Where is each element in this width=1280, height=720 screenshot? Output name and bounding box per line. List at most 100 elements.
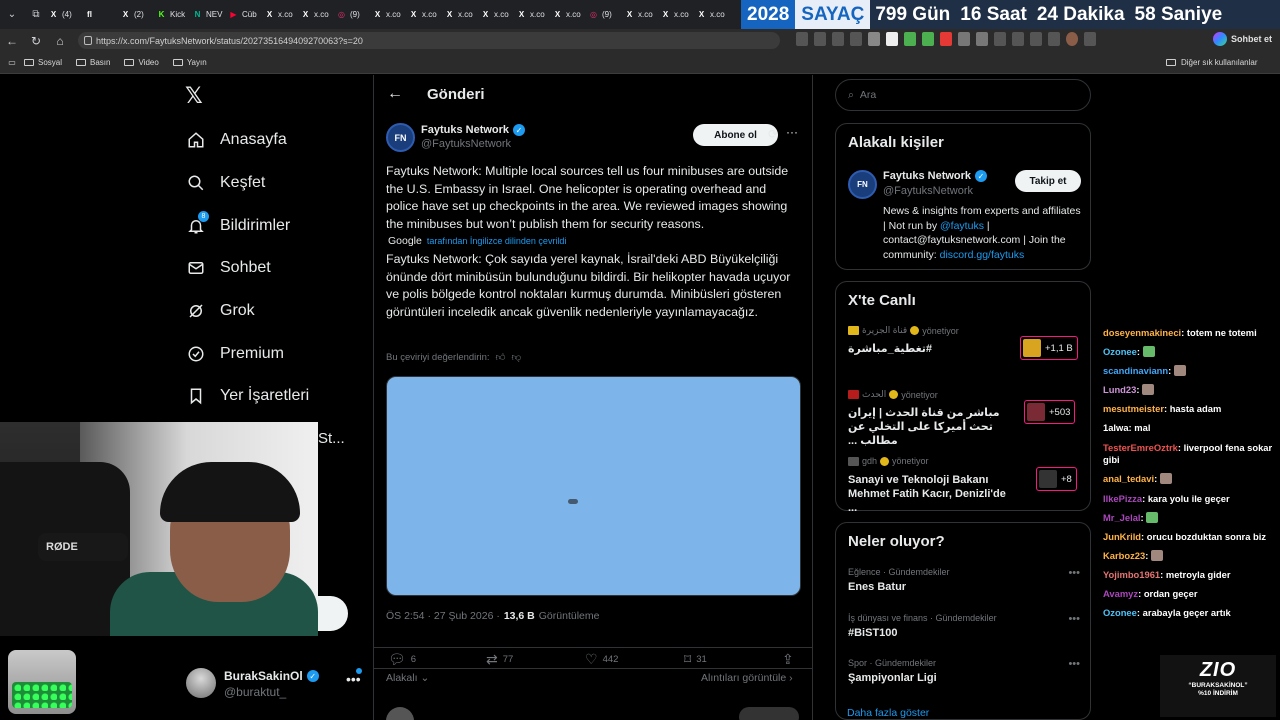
back-arrow-icon[interactable]: ←: [0, 34, 24, 48]
live-space-item[interactable]: الحدث yönetiyor مباشر من قناة الحدث | إيرا…: [848, 389, 1080, 447]
nav-item-partial[interactable]: St...: [318, 430, 345, 447]
extension-icon[interactable]: [958, 32, 970, 46]
live-listeners-pill[interactable]: +1,1 B: [1020, 336, 1078, 360]
more-menu-icon[interactable]: [1084, 32, 1096, 46]
share-button[interactable]: ⇪: [782, 651, 794, 668]
browser-tab[interactable]: Xx.co: [696, 4, 727, 26]
account-switcher[interactable]: BurakSakinOl ✓ @buraktut_ •••: [186, 668, 362, 702]
browser-tab[interactable]: Xx.co: [624, 4, 655, 26]
browser-tab[interactable]: fl: [84, 4, 115, 26]
more-options-icon[interactable]: ···: [786, 125, 798, 139]
back-arrow-icon[interactable]: ←: [387, 85, 403, 103]
copilot-chat-button[interactable]: Sohbet et: [1213, 32, 1280, 46]
browser-tab[interactable]: Xx.co: [480, 4, 511, 26]
split-screen-icon[interactable]: [994, 32, 1006, 46]
browser-tab[interactable]: ◎ (9): [588, 4, 619, 26]
reading-list-icon[interactable]: ▭: [0, 58, 24, 67]
tab-menu-chevron-icon[interactable]: ⌄: [0, 0, 24, 29]
browser-tab[interactable]: K Kick: [156, 4, 187, 26]
author-name-row[interactable]: Faytuks Network ✓: [421, 124, 526, 136]
tab-actions-icon[interactable]: ⧉: [24, 0, 48, 29]
repost-button[interactable]: ⇄ 77: [486, 651, 513, 668]
reply-submit-button[interactable]: [739, 707, 799, 720]
nav-item-notifications[interactable]: 8 Bildirimler: [186, 211, 290, 241]
extension-icon[interactable]: [904, 32, 916, 46]
favorite-star-icon[interactable]: [850, 32, 862, 46]
extension-icon[interactable]: [940, 32, 952, 46]
tab-label: Cüb: [242, 10, 257, 19]
browser-tab[interactable]: ◎ (9): [336, 4, 367, 26]
author-handle[interactable]: @FaytuksNetwork: [421, 138, 511, 150]
browser-tab[interactable]: ▶ Cüb: [228, 4, 259, 26]
search-input[interactable]: ⌕ Ara: [835, 79, 1091, 111]
thumbs-up-icon[interactable]: 👍︎: [496, 351, 506, 363]
bookmark-folder-yayin[interactable]: Yayın: [172, 58, 207, 67]
live-space-item[interactable]: قناة الجزيرة yönetiyor تغطية_مباشرة# +1,1 B: [848, 325, 1080, 375]
other-bookmarks[interactable]: Diğer sık kullanılanlar: [1166, 58, 1257, 67]
bookmark-folder-sosyal[interactable]: Sosyal: [24, 58, 62, 67]
more-icon[interactable]: •••: [1068, 567, 1080, 579]
translation-source[interactable]: tarafından İngilizce dilinden çevrildi: [427, 236, 567, 246]
heart-icon[interactable]: [1048, 32, 1060, 46]
browser-tab[interactable]: Xx.co: [300, 4, 331, 26]
bio-mention-link[interactable]: @faytuks: [940, 220, 984, 232]
post-button[interactable]: [318, 596, 348, 631]
trend-item[interactable]: Spor · Gündemdekiler Şampiyonlar Ligi •••: [848, 658, 1080, 684]
more-icon[interactable]: •••: [1068, 613, 1080, 625]
bookmark-folder-basin[interactable]: Basın: [76, 58, 110, 67]
browser-tab[interactable]: Xx.co: [516, 4, 547, 26]
nav-item-grok[interactable]: Grok: [186, 296, 255, 326]
refresh-icon[interactable]: ↻: [24, 34, 48, 48]
nav-item-messages[interactable]: Sohbet: [186, 253, 271, 283]
follow-button[interactable]: Takip et: [1015, 170, 1081, 192]
more-icon[interactable]: •••: [1068, 658, 1080, 670]
browser-tab[interactable]: N NEV: [192, 4, 223, 26]
extension-icon[interactable]: [922, 32, 934, 46]
extension-icon[interactable]: [868, 32, 880, 46]
extension-icon[interactable]: [796, 32, 808, 46]
subscribe-button[interactable]: Abone ol: [693, 124, 778, 146]
like-button[interactable]: ♡ 442: [585, 651, 618, 668]
nav-item-bookmarks[interactable]: Yer İşaretleri: [186, 381, 309, 411]
bookmark-button[interactable]: ⌑ 31: [684, 651, 707, 668]
bookmark-folder-video[interactable]: Video: [124, 58, 159, 67]
collections-icon[interactable]: [1030, 32, 1042, 46]
x-logo-icon[interactable]: 𝕏: [185, 84, 203, 109]
browser-tab[interactable]: X (2): [120, 4, 151, 26]
profile-avatar-icon[interactable]: [1066, 32, 1078, 46]
read-aloud-icon[interactable]: [832, 32, 844, 46]
grok-explain-icon[interactable]: ⟳: [768, 127, 778, 141]
nav-item-premium[interactable]: Premium: [186, 339, 284, 369]
favorites-icon[interactable]: [1012, 32, 1024, 46]
live-space-item[interactable]: gdh yönetiyor Sanayi ve Teknoloji Bakanı M…: [848, 456, 1080, 514]
show-more-link[interactable]: Daha fazla göster: [847, 707, 929, 719]
thumbs-down-icon[interactable]: 👎︎: [511, 351, 521, 363]
nav-item-explore[interactable]: Keşfet: [186, 168, 265, 198]
home-icon[interactable]: ⌂: [48, 34, 72, 48]
trend-item[interactable]: Eğlence · Gündemdekiler Enes Batur •••: [848, 567, 1080, 593]
post-timestamp[interactable]: ÖS 2:54 · 27 Şub 2026 ·: [386, 610, 500, 622]
bio-discord-link[interactable]: discord.gg/faytuks: [940, 249, 1025, 261]
sort-replies-dropdown[interactable]: Alakalı ⌄: [386, 672, 429, 684]
tab-label: x.co: [494, 10, 509, 19]
zoom-icon[interactable]: [814, 32, 826, 46]
live-listeners-pill[interactable]: +503: [1024, 400, 1076, 424]
nav-item-home[interactable]: Anasayfa: [186, 125, 287, 155]
url-field[interactable]: https://x.com/FaytuksNetwork/status/2027…: [78, 32, 780, 49]
view-quotes-link[interactable]: Alıntıları görüntüle ›: [701, 672, 793, 684]
browser-tab[interactable]: Xx.co: [444, 4, 475, 26]
browser-tab[interactable]: X (4): [48, 4, 79, 26]
author-avatar[interactable]: FN: [386, 123, 415, 152]
browser-tab[interactable]: Xx.co: [552, 4, 583, 26]
notification-badge: 8: [198, 211, 209, 222]
live-listeners-pill[interactable]: +8: [1036, 467, 1077, 491]
browser-tab[interactable]: Xx.co: [408, 4, 439, 26]
extension-icon[interactable]: [976, 32, 988, 46]
extension-icon[interactable]: [886, 32, 898, 46]
browser-tab[interactable]: Xx.co: [372, 4, 403, 26]
trend-item[interactable]: İş dünyası ve finans · Gündemdekiler #BiS…: [848, 613, 1080, 639]
browser-tab[interactable]: Xx.co: [660, 4, 691, 26]
browser-tab[interactable]: Xx.co: [264, 4, 295, 26]
reply-button[interactable]: 💬︎ 6: [388, 651, 416, 668]
post-image[interactable]: [386, 376, 801, 596]
